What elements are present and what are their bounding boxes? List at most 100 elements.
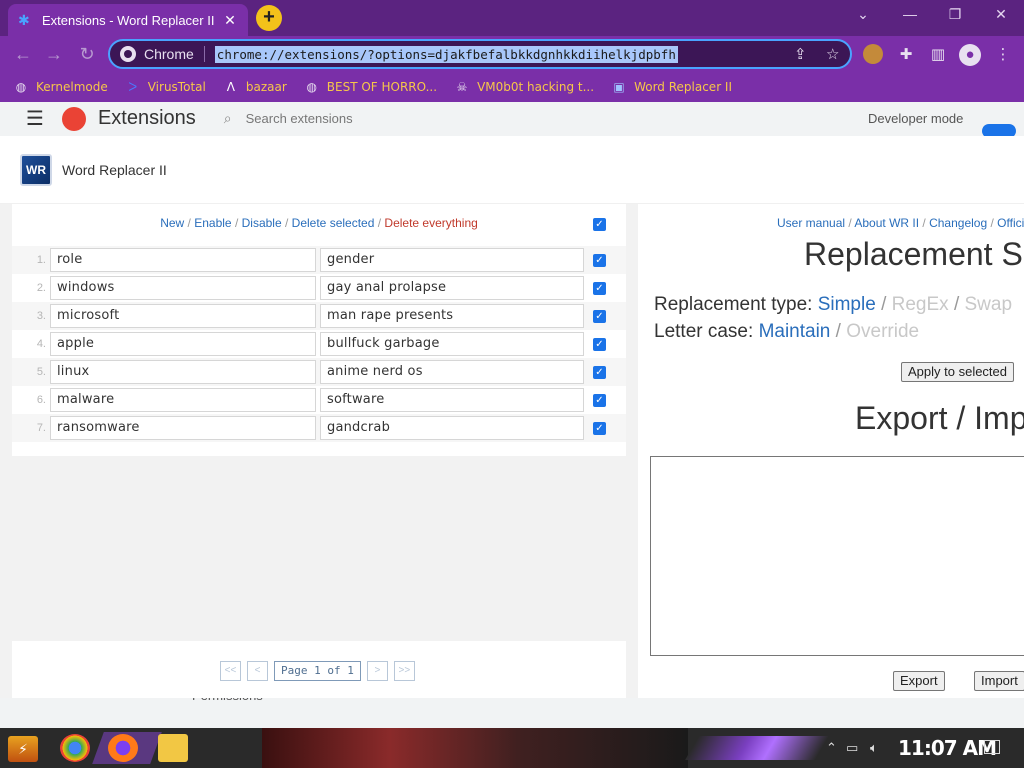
replace-field[interactable]: software bbox=[320, 388, 584, 412]
first-page-button[interactable]: << bbox=[220, 661, 241, 681]
wr-icon: ▣ bbox=[613, 80, 625, 94]
last-page-button[interactable]: >> bbox=[393, 661, 415, 681]
bookmark-vm0b0t[interactable]: ☠ VM0b0t hacking t... bbox=[455, 80, 594, 94]
official-site-link[interactable]: Offici bbox=[997, 216, 1024, 230]
skull-icon: ☠ bbox=[456, 80, 468, 94]
bookmark-best-of-horror[interactable]: ◍ BEST OF HORRO... bbox=[305, 80, 438, 94]
share-icon[interactable]: ⇪ bbox=[794, 45, 807, 63]
rule-row: 6. malware software ✓ bbox=[12, 386, 626, 414]
find-field[interactable]: microsoft bbox=[50, 304, 316, 328]
file-explorer-taskbar-icon[interactable]: E bbox=[158, 734, 188, 762]
firefox-taskbar-icon[interactable]: F bbox=[108, 734, 138, 762]
find-field[interactable]: apple bbox=[50, 332, 316, 356]
export-import-textarea[interactable] bbox=[650, 456, 1024, 656]
rules-list: New / Enable / Disable / Delete selected… bbox=[12, 204, 626, 456]
help-links: User manual / About WR II / Changelog / … bbox=[777, 216, 1024, 230]
new-rule-link[interactable]: New bbox=[160, 216, 184, 230]
tray-expand-icon[interactable]: ⌃ bbox=[826, 740, 837, 756]
bookmark-word-replacer[interactable]: ▣ Word Replacer II bbox=[612, 80, 732, 94]
taskbar-clock[interactable]: 11:07 AM bbox=[898, 736, 997, 760]
find-field[interactable]: role bbox=[50, 248, 316, 272]
find-field[interactable]: windows bbox=[50, 276, 316, 300]
import-button[interactable]: Import bbox=[974, 671, 1024, 691]
row-checkbox[interactable]: ✓ bbox=[593, 309, 606, 323]
chrome-taskbar-icon[interactable]: C bbox=[60, 734, 90, 762]
browser-tab-extensions[interactable]: ✱ Extensions - Word Replacer II ✕ bbox=[8, 4, 248, 36]
profile-avatar-icon[interactable]: ● bbox=[959, 44, 981, 66]
search-icon[interactable]: ⌕ bbox=[224, 110, 232, 127]
delete-everything-link[interactable]: Delete everything bbox=[384, 216, 477, 230]
restore-button[interactable]: ❐ bbox=[940, 6, 970, 23]
apply-to-selected-button[interactable]: Apply to selected bbox=[901, 362, 1015, 382]
prev-page-button[interactable]: < bbox=[247, 661, 268, 681]
url-text[interactable]: chrome://extensions/?options=djakfbefalb… bbox=[214, 45, 678, 63]
globe-icon: ◍ bbox=[15, 80, 27, 94]
type-simple-option[interactable]: Simple bbox=[818, 294, 876, 315]
address-bar[interactable]: Chrome chrome://extensions/?options=djak… bbox=[108, 39, 852, 69]
rule-row: 1. role gender ✓ bbox=[12, 246, 626, 274]
find-field[interactable]: malware bbox=[50, 388, 316, 412]
replace-field[interactable]: anime nerd os bbox=[320, 360, 584, 384]
word-replacer-logo: WR bbox=[20, 153, 52, 186]
notification-icon[interactable] bbox=[984, 740, 1000, 754]
type-regex-option[interactable]: RegEx bbox=[892, 294, 949, 315]
disable-link[interactable]: Disable bbox=[242, 216, 282, 230]
menu-kebab-icon[interactable]: ⋮ bbox=[992, 44, 1014, 66]
new-tab-button[interactable]: + bbox=[256, 5, 282, 31]
replace-field[interactable]: gay anal prolapse bbox=[320, 276, 584, 300]
side-panel-icon[interactable]: ▥ bbox=[927, 44, 949, 66]
close-tab-icon[interactable]: ✕ bbox=[222, 12, 238, 29]
case-override-option[interactable]: Override bbox=[846, 321, 919, 342]
bookmark-virustotal[interactable]: ᐳ VirusTotal bbox=[126, 80, 206, 94]
bookmark-kernelmode[interactable]: ◍ Kernelmode bbox=[14, 80, 108, 94]
replace-field[interactable]: man rape presents bbox=[320, 304, 584, 328]
row-checkbox[interactable]: ✓ bbox=[593, 281, 606, 295]
find-field[interactable]: linux bbox=[50, 360, 316, 384]
row-checkbox[interactable]: ✓ bbox=[593, 337, 606, 351]
replace-field[interactable]: gandcrab bbox=[320, 416, 584, 440]
close-window-button[interactable]: ✕ bbox=[986, 6, 1016, 23]
type-swap-option[interactable]: Swap bbox=[965, 294, 1013, 315]
extension-avatar-icon[interactable] bbox=[863, 44, 883, 64]
bookmark-star-icon[interactable]: ☆ bbox=[826, 45, 839, 63]
row-number: 5. bbox=[36, 366, 46, 378]
search-extensions-input[interactable]: Search extensions bbox=[246, 111, 353, 126]
delete-selected-link[interactable]: Delete selected bbox=[292, 216, 375, 230]
hamburger-menu-icon[interactable]: ☰ bbox=[26, 106, 44, 131]
row-number: 1. bbox=[36, 254, 46, 266]
row-checkbox[interactable]: ✓ bbox=[593, 253, 606, 267]
forward-arrow-icon[interactable]: → bbox=[43, 44, 65, 66]
bookmark-label: VirusTotal bbox=[147, 80, 206, 94]
row-checkbox[interactable]: ✓ bbox=[593, 393, 606, 407]
replace-field[interactable]: gender bbox=[320, 248, 584, 272]
site-info-chip[interactable]: Chrome bbox=[120, 46, 205, 62]
changelog-link[interactable]: Changelog bbox=[929, 216, 987, 230]
case-maintain-option[interactable]: Maintain bbox=[759, 321, 831, 342]
minimize-button[interactable]: — bbox=[895, 6, 925, 22]
row-checkbox[interactable]: ✓ bbox=[593, 365, 606, 379]
reload-icon[interactable]: ↻ bbox=[76, 44, 98, 66]
site-chip-label: Chrome bbox=[144, 46, 194, 62]
select-all-checkbox[interactable]: ✓ bbox=[593, 218, 606, 231]
start-button[interactable]: ⚡ bbox=[8, 736, 38, 762]
pagination-bar: << < Page 1 of 1 > >> bbox=[12, 641, 626, 698]
extensions-puzzle-icon[interactable]: ✚ bbox=[895, 44, 917, 66]
tab-search-icon[interactable]: ⌄ bbox=[848, 6, 878, 23]
user-manual-link[interactable]: User manual bbox=[777, 216, 845, 230]
find-field[interactable]: ransomware bbox=[50, 416, 316, 440]
enable-link[interactable]: Enable bbox=[194, 216, 231, 230]
extensions-header: ☰ Extensions ⌕ Search extensions Develop… bbox=[0, 102, 1024, 138]
back-arrow-icon[interactable]: ← bbox=[12, 44, 34, 66]
export-button[interactable]: Export bbox=[893, 671, 945, 691]
row-number: 3. bbox=[36, 310, 46, 322]
row-checkbox[interactable]: ✓ bbox=[593, 421, 606, 435]
network-icon[interactable]: ▭ bbox=[846, 740, 858, 756]
taskbar-wallpaper bbox=[262, 728, 688, 768]
replace-field[interactable]: bullfuck garbage bbox=[320, 332, 584, 356]
about-link[interactable]: About WR II bbox=[854, 216, 919, 230]
rules-pane: New / Enable / Disable / Delete selected… bbox=[0, 204, 638, 698]
bookmark-bazaar[interactable]: Λ bazaar bbox=[224, 80, 287, 94]
bookmark-label: Word Replacer II bbox=[634, 80, 733, 94]
volume-icon[interactable]: 🔈︎ bbox=[870, 740, 878, 756]
next-page-button[interactable]: > bbox=[366, 661, 388, 681]
